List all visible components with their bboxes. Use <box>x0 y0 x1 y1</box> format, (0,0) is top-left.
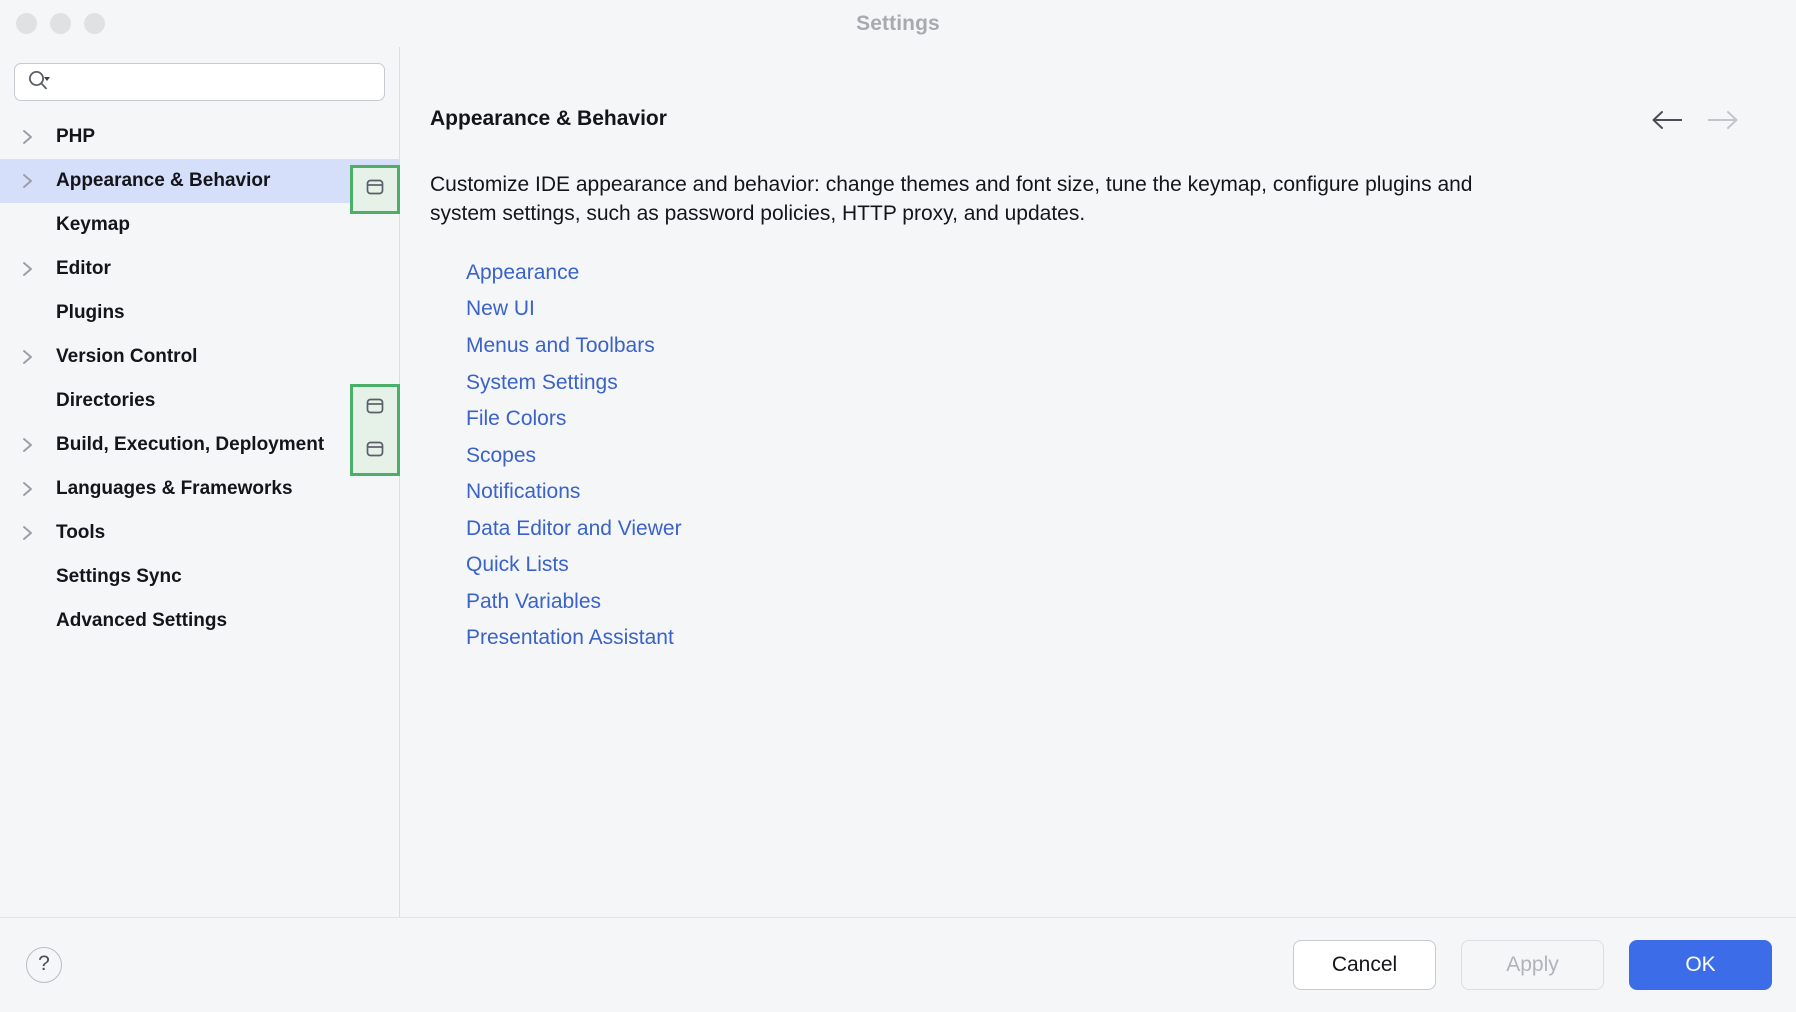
annotation-box-2 <box>350 384 400 476</box>
settings-links-list: Appearance New UI Menus and Toolbars System… <box>430 255 1740 657</box>
settings-link-notifications[interactable]: Notifications <box>466 474 580 511</box>
settings-link-path-variables[interactable]: Path Variables <box>466 584 601 621</box>
settings-dialog: Settings PHP Appearance & Behavior Keymap <box>0 0 1796 1012</box>
chevron-right-icon <box>22 304 46 322</box>
search-input[interactable] <box>53 64 384 100</box>
sidebar-item-label: PHP <box>56 126 96 147</box>
close-button[interactable] <box>16 13 37 34</box>
sidebar-item-build-execution-deployment[interactable]: Build, Execution, Deployment <box>0 423 399 467</box>
title-bar: Settings <box>0 0 1796 47</box>
maximize-button[interactable] <box>84 13 105 34</box>
arrow-left-icon <box>1650 111 1684 134</box>
dialog-body: PHP Appearance & Behavior Keymap Editor Plug… <box>0 47 1796 917</box>
settings-link-system-settings[interactable]: System Settings <box>466 365 618 402</box>
footer-button-row: Cancel Apply OK <box>1293 940 1772 990</box>
sidebar-item-label: Editor <box>56 258 111 279</box>
page-title: Appearance & Behavior <box>430 107 667 130</box>
settings-link-appearance[interactable]: Appearance <box>466 255 579 292</box>
settings-tree: PHP Appearance & Behavior Keymap Editor Plug… <box>0 111 399 917</box>
settings-link-presentation-assistant[interactable]: Presentation Assistant <box>466 620 674 657</box>
chevron-right-icon[interactable] <box>22 480 46 498</box>
sidebar-item-languages-frameworks[interactable]: Languages & Frameworks <box>0 467 399 511</box>
cancel-button[interactable]: Cancel <box>1293 940 1436 990</box>
settings-link-menus-and-toolbars[interactable]: Menus and Toolbars <box>466 328 655 365</box>
chevron-right-icon[interactable] <box>22 436 46 454</box>
back-button[interactable] <box>1650 109 1684 131</box>
panel-icon[interactable] <box>364 396 386 421</box>
sidebar-item-label: Build, Execution, Deployment <box>56 434 325 455</box>
panel-icon[interactable] <box>364 177 386 202</box>
settings-link-quick-lists[interactable]: Quick Lists <box>466 547 569 584</box>
annotation-box-1 <box>350 165 400 214</box>
sidebar-item-label: Version Control <box>56 346 198 367</box>
chevron-right-icon <box>22 216 46 234</box>
sidebar-item-label: Appearance & Behavior <box>56 170 271 191</box>
traffic-light-group <box>0 13 105 34</box>
sidebar-item-directories[interactable]: Directories <box>0 379 399 423</box>
arrow-right-icon <box>1706 111 1740 134</box>
chevron-right-icon <box>22 568 46 586</box>
sidebar-item-advanced-settings[interactable]: Advanced Settings <box>0 599 399 643</box>
sidebar-item-editor[interactable]: Editor <box>0 247 399 291</box>
panel-icon[interactable] <box>364 439 386 464</box>
sidebar-item-label: Directories <box>56 390 156 411</box>
sidebar-item-label: Tools <box>56 522 106 543</box>
search-icon <box>27 70 53 95</box>
chevron-right-icon[interactable] <box>22 348 46 366</box>
sidebar-item-label: Settings Sync <box>56 566 182 587</box>
chevron-right-icon[interactable] <box>22 172 46 190</box>
settings-link-scopes[interactable]: Scopes <box>466 438 536 475</box>
ok-button[interactable]: OK <box>1629 940 1772 990</box>
help-button[interactable]: ? <box>26 947 62 983</box>
sidebar-item-settings-sync[interactable]: Settings Sync <box>0 555 399 599</box>
chevron-right-icon <box>22 612 46 630</box>
sidebar-item-label: Plugins <box>56 302 125 323</box>
sidebar-item-keymap[interactable]: Keymap <box>0 203 399 247</box>
content-header: Appearance & Behavior <box>430 107 1740 131</box>
sidebar-item-appearance-behavior[interactable]: Appearance & Behavior <box>0 159 399 203</box>
sidebar-item-label: Advanced Settings <box>56 610 228 631</box>
sidebar-item-plugins[interactable]: Plugins <box>0 291 399 335</box>
chevron-right-icon <box>22 392 46 410</box>
forward-button[interactable] <box>1706 109 1740 131</box>
navigation-arrows <box>1650 107 1740 131</box>
settings-link-data-editor-and-viewer[interactable]: Data Editor and Viewer <box>466 511 682 548</box>
chevron-right-icon[interactable] <box>22 524 46 542</box>
settings-content: Appearance & Behavior Customize IDE appe… <box>400 47 1796 917</box>
search-container <box>0 47 399 111</box>
settings-sidebar: PHP Appearance & Behavior Keymap Editor Plug… <box>0 47 400 917</box>
chevron-right-icon[interactable] <box>22 128 46 146</box>
dialog-footer: ? Cancel Apply OK <box>0 917 1796 1012</box>
settings-link-new-ui[interactable]: New UI <box>466 291 535 328</box>
page-description: Customize IDE appearance and behavior: c… <box>430 173 1473 225</box>
chevron-right-icon[interactable] <box>22 260 46 278</box>
apply-button[interactable]: Apply <box>1461 940 1604 990</box>
search-box[interactable] <box>14 63 385 101</box>
settings-link-file-colors[interactable]: File Colors <box>466 401 566 438</box>
sidebar-item-php[interactable]: PHP <box>0 115 399 159</box>
minimize-button[interactable] <box>50 13 71 34</box>
sidebar-item-version-control[interactable]: Version Control <box>0 335 399 379</box>
sidebar-item-tools[interactable]: Tools <box>0 511 399 555</box>
window-title: Settings <box>856 11 940 35</box>
sidebar-item-label: Keymap <box>56 214 130 235</box>
sidebar-item-label: Languages & Frameworks <box>56 478 293 499</box>
